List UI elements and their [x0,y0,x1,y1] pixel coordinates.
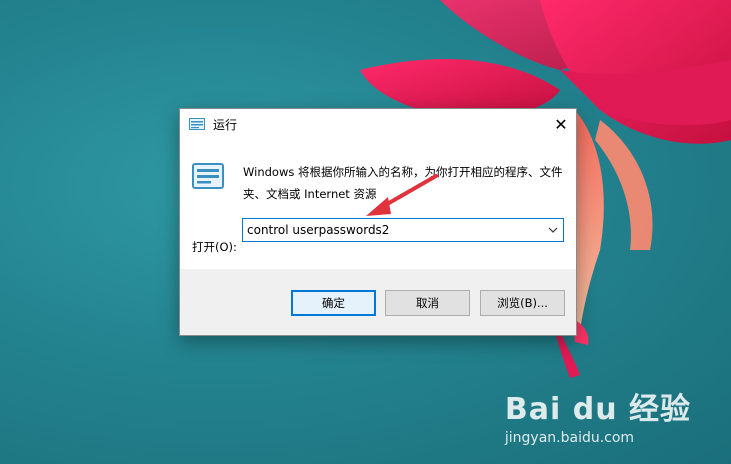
annotation-arrow [366,174,438,216]
